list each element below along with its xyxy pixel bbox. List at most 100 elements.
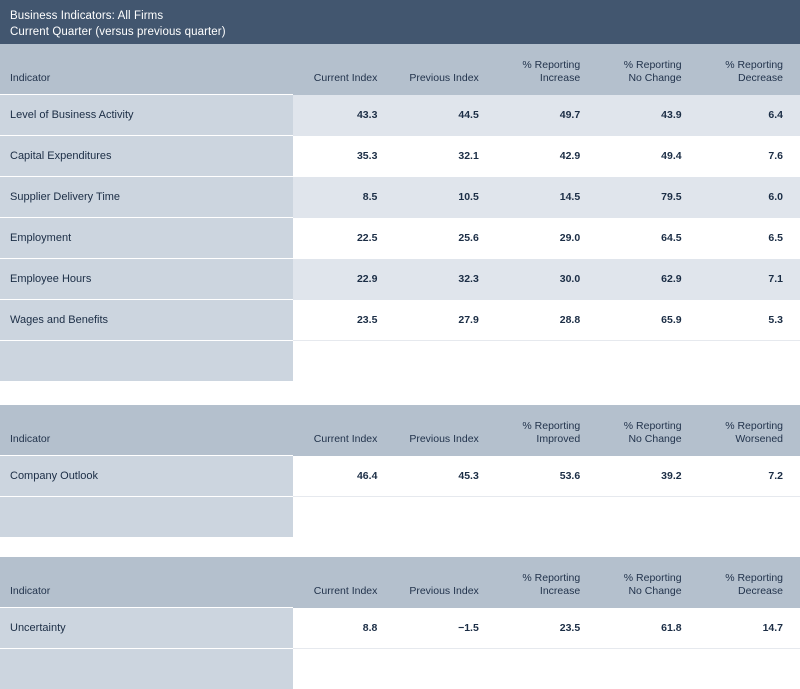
cell-decrease: 7.1 [699,259,800,300]
column-header-improved-line1: % Reporting [496,420,580,433]
column-header-current-index: Current Index [293,557,394,608]
column-header-nochange-line2: No Change [597,585,681,598]
column-header-decrease-line1: % Reporting [699,572,783,585]
cell-current-index: 22.9 [293,259,394,300]
table-footer-spacer [0,497,800,538]
cell-increase: 30.0 [496,259,597,300]
cell-no-change: 61.8 [597,608,698,649]
column-header-increase-line2: Increase [496,72,580,85]
row-label: Level of Business Activity [0,95,293,136]
cell-increase: 42.9 [496,136,597,177]
cell-current-index: 22.5 [293,218,394,259]
data-column-tail [293,341,800,382]
column-header-worsened-line2: Worsened [699,433,783,446]
cell-previous-index: 32.3 [394,259,495,300]
column-header-previous-index: Previous Index [394,557,495,608]
cell-no-change: 62.9 [597,259,698,300]
column-header-decrease-line2: Decrease [699,585,783,598]
table-gap-2 [0,537,800,557]
column-header-current-index: Current Index [293,405,394,456]
cell-previous-index: 25.6 [394,218,495,259]
column-header-current-index: Current Index [293,44,394,95]
cell-increase: 28.8 [496,300,597,341]
column-header-reporting-no-change: % Reporting No Change [597,405,698,456]
column-header-reporting-no-change: % Reporting No Change [597,44,698,95]
cell-current-index: 46.4 [293,456,394,497]
table-row: Uncertainty 8.8 −1.5 23.5 61.8 14.7 [0,608,800,649]
cell-improved: 53.6 [496,456,597,497]
cell-decrease: 7.6 [699,136,800,177]
table-header-row: Indicator Current Index Previous Index %… [0,405,800,456]
row-label: Supplier Delivery Time [0,177,293,218]
cell-increase: 29.0 [496,218,597,259]
column-header-reporting-increase: % Reporting Increase [496,557,597,608]
cell-decrease: 6.0 [699,177,800,218]
cell-no-change: 64.5 [597,218,698,259]
cell-previous-index: 27.9 [394,300,495,341]
table-footer-spacer [0,649,800,689]
table-footer-spacer [0,341,800,382]
cell-previous-index: 44.5 [394,95,495,136]
column-header-worsened-line1: % Reporting [699,420,783,433]
cell-decrease: 5.3 [699,300,800,341]
column-header-nochange-line1: % Reporting [597,420,681,433]
column-header-reporting-worsened: % Reporting Worsened [699,405,800,456]
column-header-indicator: Indicator [0,44,293,95]
cell-previous-index: −1.5 [394,608,495,649]
cell-previous-index: 32.1 [394,136,495,177]
cell-current-index: 43.3 [293,95,394,136]
column-header-increase-line2: Increase [496,585,580,598]
row-label: Employee Hours [0,259,293,300]
business-indicators-table: Indicator Current Index Previous Index %… [0,44,800,381]
row-label: Uncertainty [0,608,293,649]
page-subtitle: Current Quarter (versus previous quarter… [10,24,790,40]
column-header-reporting-decrease: % Reporting Decrease [699,557,800,608]
company-outlook-table: Indicator Current Index Previous Index %… [0,405,800,537]
data-column-tail [293,497,800,538]
cell-increase: 23.5 [496,608,597,649]
cell-no-change: 43.9 [597,95,698,136]
cell-current-index: 23.5 [293,300,394,341]
uncertainty-table: Indicator Current Index Previous Index %… [0,557,800,689]
column-header-indicator: Indicator [0,557,293,608]
row-label: Wages and Benefits [0,300,293,341]
report-page: Business Indicators: All Firms Current Q… [0,0,800,553]
table-header-row: Indicator Current Index Previous Index %… [0,44,800,95]
column-header-reporting-decrease: % Reporting Decrease [699,44,800,95]
cell-no-change: 65.9 [597,300,698,341]
column-header-previous-index: Previous Index [394,405,495,456]
column-header-decrease-line1: % Reporting [699,59,783,72]
report-title-banner: Business Indicators: All Firms Current Q… [0,0,800,44]
column-header-nochange-line2: No Change [597,72,681,85]
table-row: Level of Business Activity 43.3 44.5 49.… [0,95,800,136]
cell-current-index: 8.8 [293,608,394,649]
cell-current-index: 35.3 [293,136,394,177]
cell-increase: 14.5 [496,177,597,218]
column-header-increase-line1: % Reporting [496,572,580,585]
cell-no-change: 79.5 [597,177,698,218]
column-header-nochange-line2: No Change [597,433,681,446]
row-label: Employment [0,218,293,259]
table-row: Wages and Benefits 23.5 27.9 28.8 65.9 5… [0,300,800,341]
cell-decrease: 14.7 [699,608,800,649]
cell-previous-index: 45.3 [394,456,495,497]
row-label: Company Outlook [0,456,293,497]
cell-no-change: 49.4 [597,136,698,177]
column-header-increase-line1: % Reporting [496,59,580,72]
column-header-nochange-line1: % Reporting [597,59,681,72]
table-row: Supplier Delivery Time 8.5 10.5 14.5 79.… [0,177,800,218]
cell-decrease: 6.4 [699,95,800,136]
table-row: Employee Hours 22.9 32.3 30.0 62.9 7.1 [0,259,800,300]
column-header-improved-line2: Improved [496,433,580,446]
label-column-tail [0,341,293,382]
label-column-tail [0,497,293,538]
cell-previous-index: 10.5 [394,177,495,218]
column-header-decrease-line2: Decrease [699,72,783,85]
data-column-tail [293,649,800,689]
table-row: Employment 22.5 25.6 29.0 64.5 6.5 [0,218,800,259]
column-header-previous-index: Previous Index [394,44,495,95]
column-header-reporting-no-change: % Reporting No Change [597,557,698,608]
table-header-row: Indicator Current Index Previous Index %… [0,557,800,608]
cell-worsened: 7.2 [699,456,800,497]
column-header-indicator: Indicator [0,405,293,456]
